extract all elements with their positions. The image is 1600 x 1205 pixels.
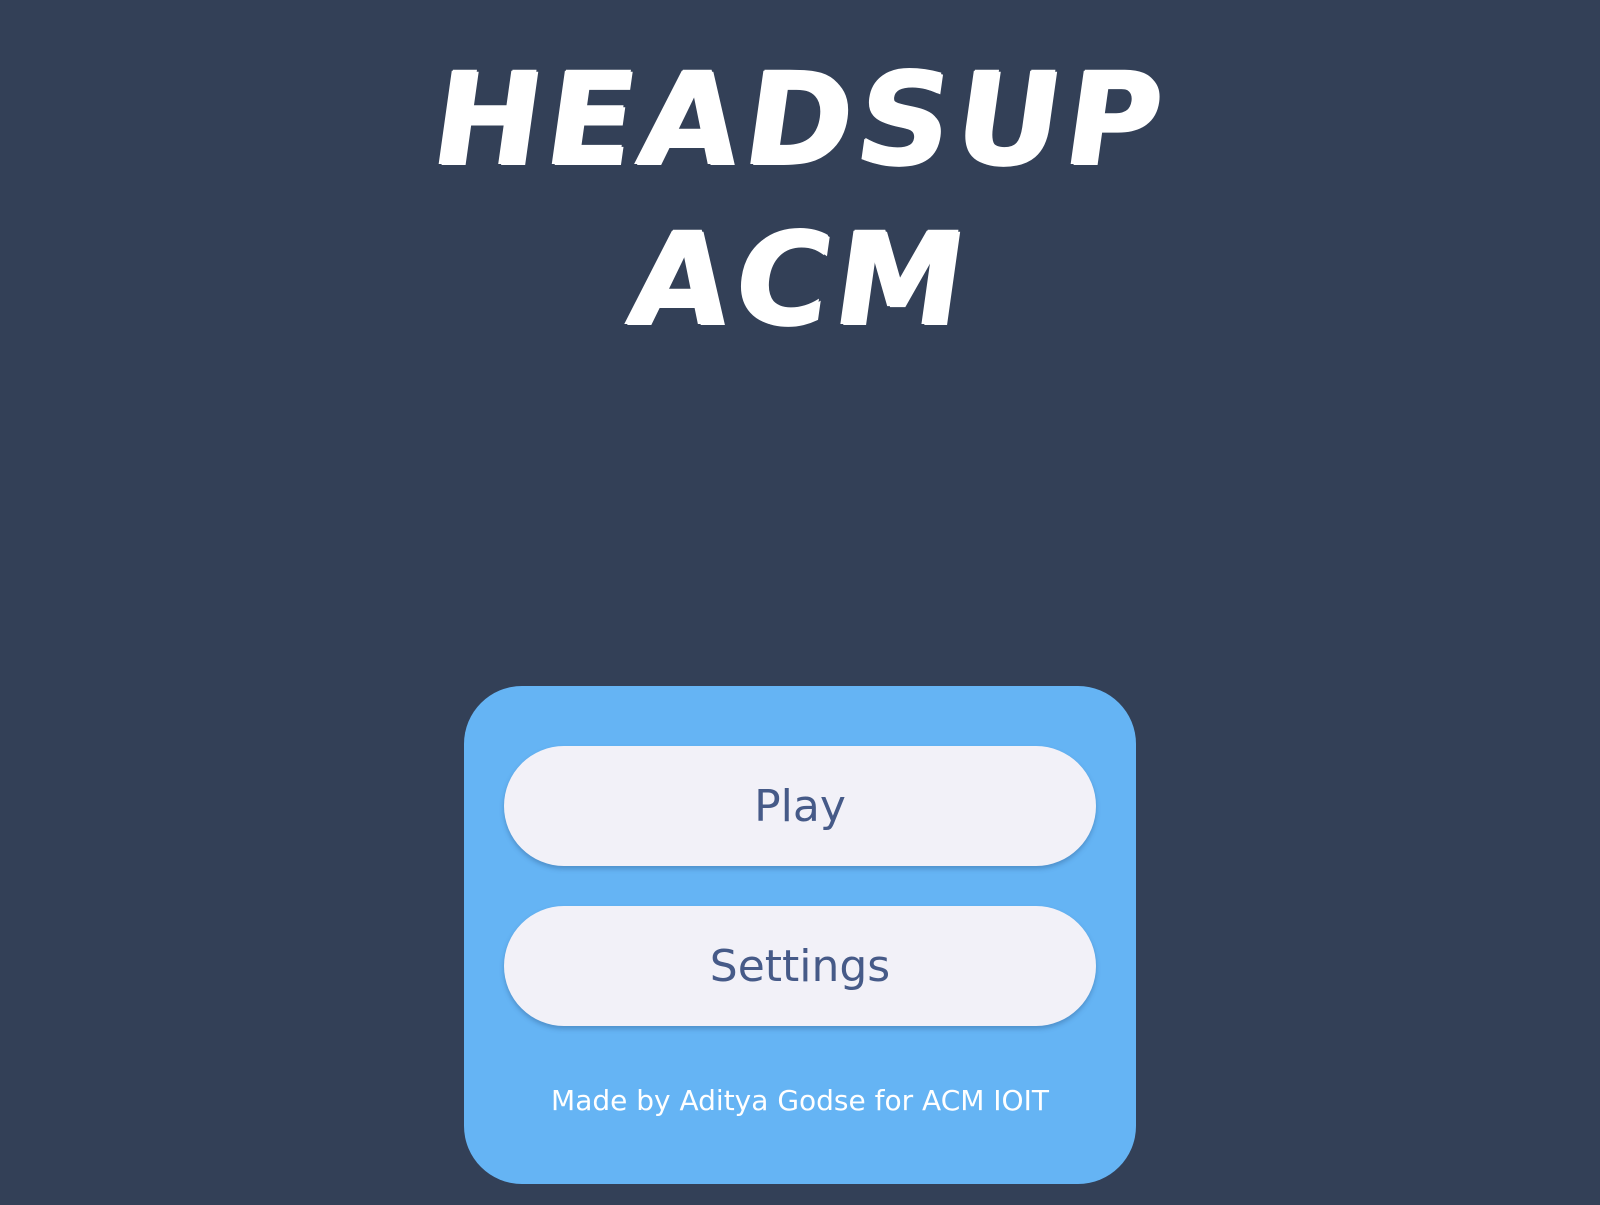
settings-button[interactable]: Settings [504, 906, 1096, 1026]
play-button[interactable]: Play [504, 746, 1096, 866]
app-title: HEADSUP ACM [0, 40, 1600, 360]
credit-text: Made by Aditya Godse for ACM IOIT [551, 1084, 1049, 1117]
main-menu-card: Play Settings Made by Aditya Godse for A… [464, 686, 1136, 1184]
app-title-line-2: ACM [620, 205, 980, 354]
app-title-line-1: HEADSUP [423, 45, 1177, 194]
